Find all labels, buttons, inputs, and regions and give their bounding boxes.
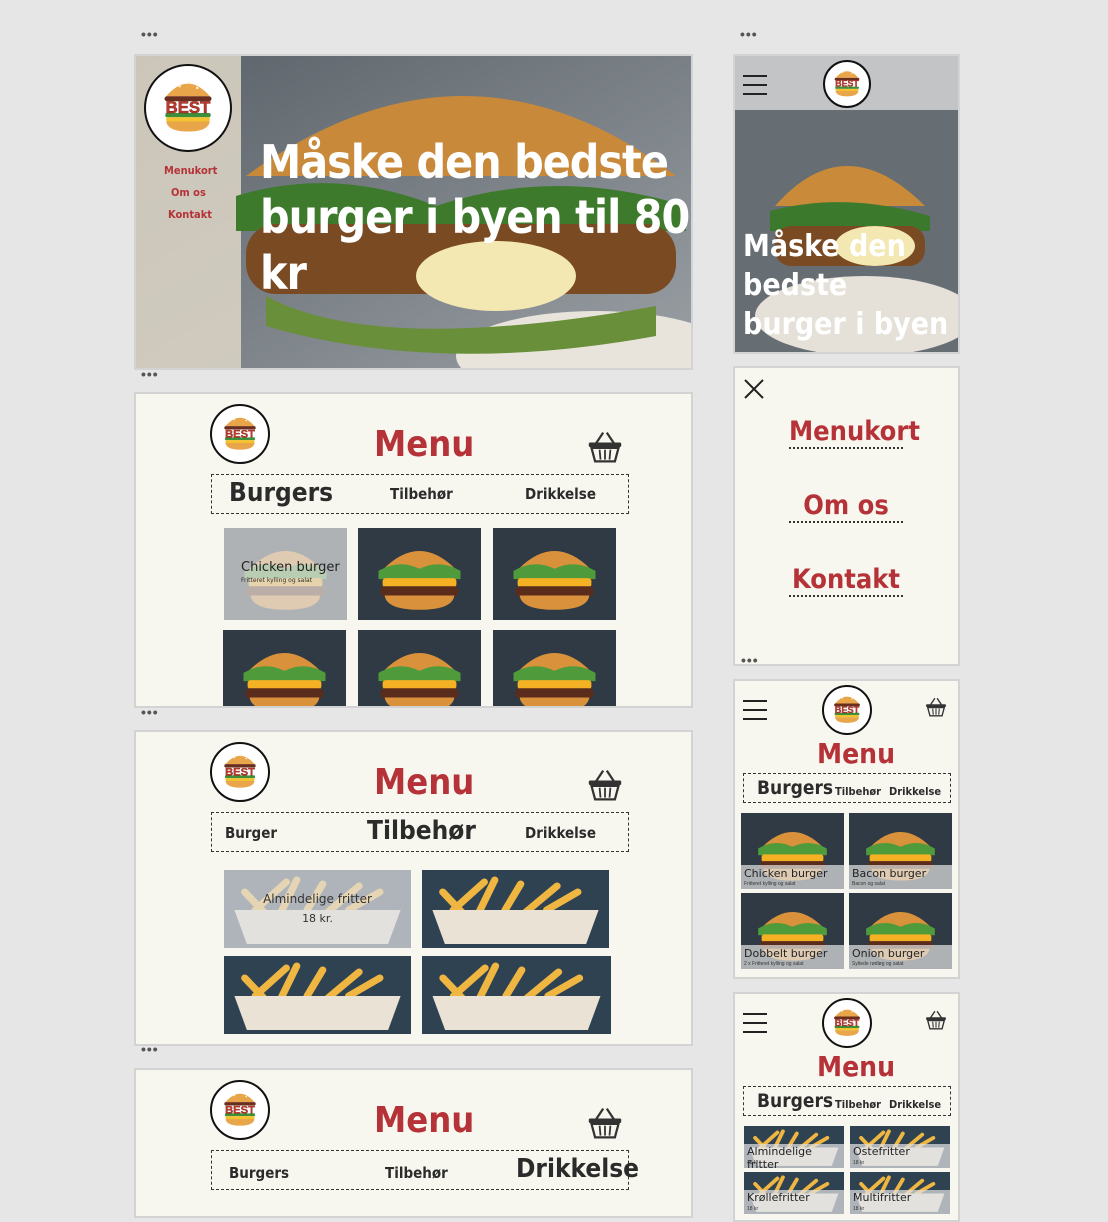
logo[interactable]	[210, 404, 270, 464]
product-name: Bacon burger	[852, 867, 927, 880]
product-card[interactable]: Almindelige fritter 18 kr	[744, 1126, 844, 1168]
basket-icon[interactable]	[587, 768, 623, 802]
product-card[interactable]	[224, 956, 411, 1034]
tab-tilbehor[interactable]: Tilbehør	[835, 1098, 881, 1111]
mobile-menu-fries-frame: Menu Burgers Tilbehør Drikkelse Almindel…	[733, 992, 960, 1222]
frame-dots: •••	[741, 652, 759, 666]
product-desc: Syltede rødløg og salat	[852, 961, 904, 967]
logo[interactable]	[822, 685, 872, 735]
menu-title: Menu	[374, 762, 475, 803]
product-card[interactable]	[493, 528, 616, 620]
close-icon[interactable]	[743, 378, 765, 400]
tab-tilbehor[interactable]: Tilbehør	[385, 1164, 448, 1182]
product-card[interactable]: Almindelige fritter 18 kr.	[224, 870, 411, 948]
hamburger-icon[interactable]	[743, 1012, 767, 1034]
hero-desktop-frame: Menukort Om os Kontakt Måske den bedste …	[134, 54, 693, 370]
product-card[interactable]	[358, 630, 481, 706]
logo[interactable]	[822, 998, 872, 1048]
basket-icon[interactable]	[925, 1010, 947, 1030]
hero-mobile-line2: bedste	[743, 268, 848, 303]
frame-dots: •••	[740, 26, 758, 42]
tab-drikkelse[interactable]: Drikkelse	[889, 785, 941, 798]
frame-dots: •••	[141, 366, 159, 382]
product-card[interactable]: Chicken burger Fritteret kylling og sala…	[224, 528, 347, 620]
tab-burger[interactable]: Burger	[225, 824, 277, 842]
tab-tilbehor[interactable]: Tilbehør	[390, 485, 453, 503]
logo[interactable]	[823, 60, 871, 108]
product-name: Chicken burger	[744, 867, 828, 880]
logo[interactable]	[210, 1080, 270, 1140]
product-name: Krøllefritter	[747, 1191, 810, 1204]
product-card[interactable]: Dobbelt burger 2 x Fritteret kylling og …	[741, 893, 844, 969]
product-name: Onion burger	[852, 947, 925, 960]
logo[interactable]	[210, 742, 270, 802]
frame-dots: •••	[141, 704, 159, 720]
menu-title: Menu	[817, 1050, 896, 1083]
menu-title: Menu	[817, 737, 896, 770]
hamburger-icon[interactable]	[743, 699, 767, 721]
frame-dots: •••	[141, 1041, 159, 1057]
product-card[interactable]: Onion burger Syltede rødløg og salat	[849, 893, 952, 969]
product-card[interactable]: Bacon burger Bacon og salat	[849, 813, 952, 889]
tab-burgers[interactable]: Burgers	[229, 1164, 289, 1182]
product-card[interactable]	[223, 630, 346, 706]
hero-mobile-frame: Måske den bedste burger i byen	[733, 54, 960, 354]
hamburger-icon[interactable]	[743, 74, 767, 96]
product-price: 18 kr	[853, 1206, 865, 1212]
basket-icon[interactable]	[587, 430, 623, 464]
tab-drikkelse[interactable]: Drikkelse	[516, 1154, 639, 1184]
mobile-nav-om-os[interactable]: Om os	[789, 490, 903, 523]
nav-menukort[interactable]: Menukort	[164, 164, 217, 177]
tab-burgers[interactable]: Burgers	[229, 478, 333, 508]
menu-title: Menu	[374, 1100, 475, 1141]
product-price: 18 kr	[747, 1206, 759, 1212]
tab-drikkelse[interactable]: Drikkelse	[889, 1098, 941, 1111]
product-name: Chicken burger	[241, 560, 340, 575]
hero-mobile-line1: Måske den	[743, 229, 906, 264]
mobile-nav-kontakt[interactable]: Kontakt	[789, 564, 903, 597]
tab-drikkelse[interactable]: Drikkelse	[525, 485, 596, 503]
product-desc: Fritteret kylling og salat	[241, 577, 313, 584]
logo[interactable]	[144, 64, 232, 152]
nav-kontakt[interactable]: Kontakt	[168, 208, 212, 221]
product-card[interactable]	[422, 870, 609, 948]
product-price: 18 kr	[747, 1160, 759, 1166]
nav-om-os[interactable]: Om os	[171, 186, 206, 199]
hero-headline-1: Måske den bedste	[260, 135, 669, 189]
tab-tilbehor[interactable]: Tilbehør	[835, 785, 881, 798]
hero-headline-2: burger i byen til 80 kr	[260, 190, 690, 300]
product-card[interactable]	[422, 956, 611, 1034]
tab-drikkelse[interactable]: Drikkelse	[525, 824, 596, 842]
tab-tilbehor[interactable]: Tilbehør	[367, 816, 476, 846]
product-name: Dobbelt burger	[744, 947, 828, 960]
basket-icon[interactable]	[587, 1106, 623, 1140]
tab-burgers[interactable]: Burgers	[757, 1090, 833, 1112]
basket-icon[interactable]	[925, 697, 947, 717]
product-card[interactable]	[358, 528, 481, 620]
menu-drinks-frame: Menu Burgers Tilbehør Drikkelse	[134, 1068, 693, 1218]
product-desc: Bacon og salat	[852, 881, 886, 887]
product-price: 18 kr	[853, 1160, 865, 1166]
product-name: Almindelige fritter	[263, 892, 372, 906]
tab-burgers[interactable]: Burgers	[757, 777, 833, 799]
product-name: Multifritter	[853, 1191, 912, 1204]
product-desc: Fritteret kylling og salat	[744, 881, 796, 887]
product-card[interactable]: Chicken burger Fritteret kylling og sala…	[741, 813, 844, 889]
menu-tilbehor-frame: Menu Burger Tilbehør Drikkelse Almindeli…	[134, 730, 693, 1046]
mobile-nav-menukort[interactable]: Menukort	[789, 416, 920, 449]
product-desc: 2 x Fritteret kylling og salat	[744, 961, 804, 967]
product-card[interactable]	[493, 630, 616, 706]
hero-mobile-line3: burger i byen	[743, 307, 949, 342]
menu-burgers-frame: Menu Burgers Tilbehør Drikkelse Chicken …	[134, 392, 693, 708]
mobile-nav-frame: Menukort Om os Kontakt •••	[733, 366, 960, 666]
product-price: 18 kr.	[302, 912, 333, 925]
product-card[interactable]: Ostefritter 18 kr	[850, 1126, 950, 1168]
mobile-menu-burgers-frame: Menu Burgers Tilbehør Drikkelse Chicken …	[733, 679, 960, 979]
product-name: Almindelige fritter	[747, 1145, 812, 1168]
product-name: Ostefritter	[853, 1145, 910, 1158]
frame-dots: •••	[141, 26, 159, 42]
menu-title: Menu	[374, 424, 475, 465]
